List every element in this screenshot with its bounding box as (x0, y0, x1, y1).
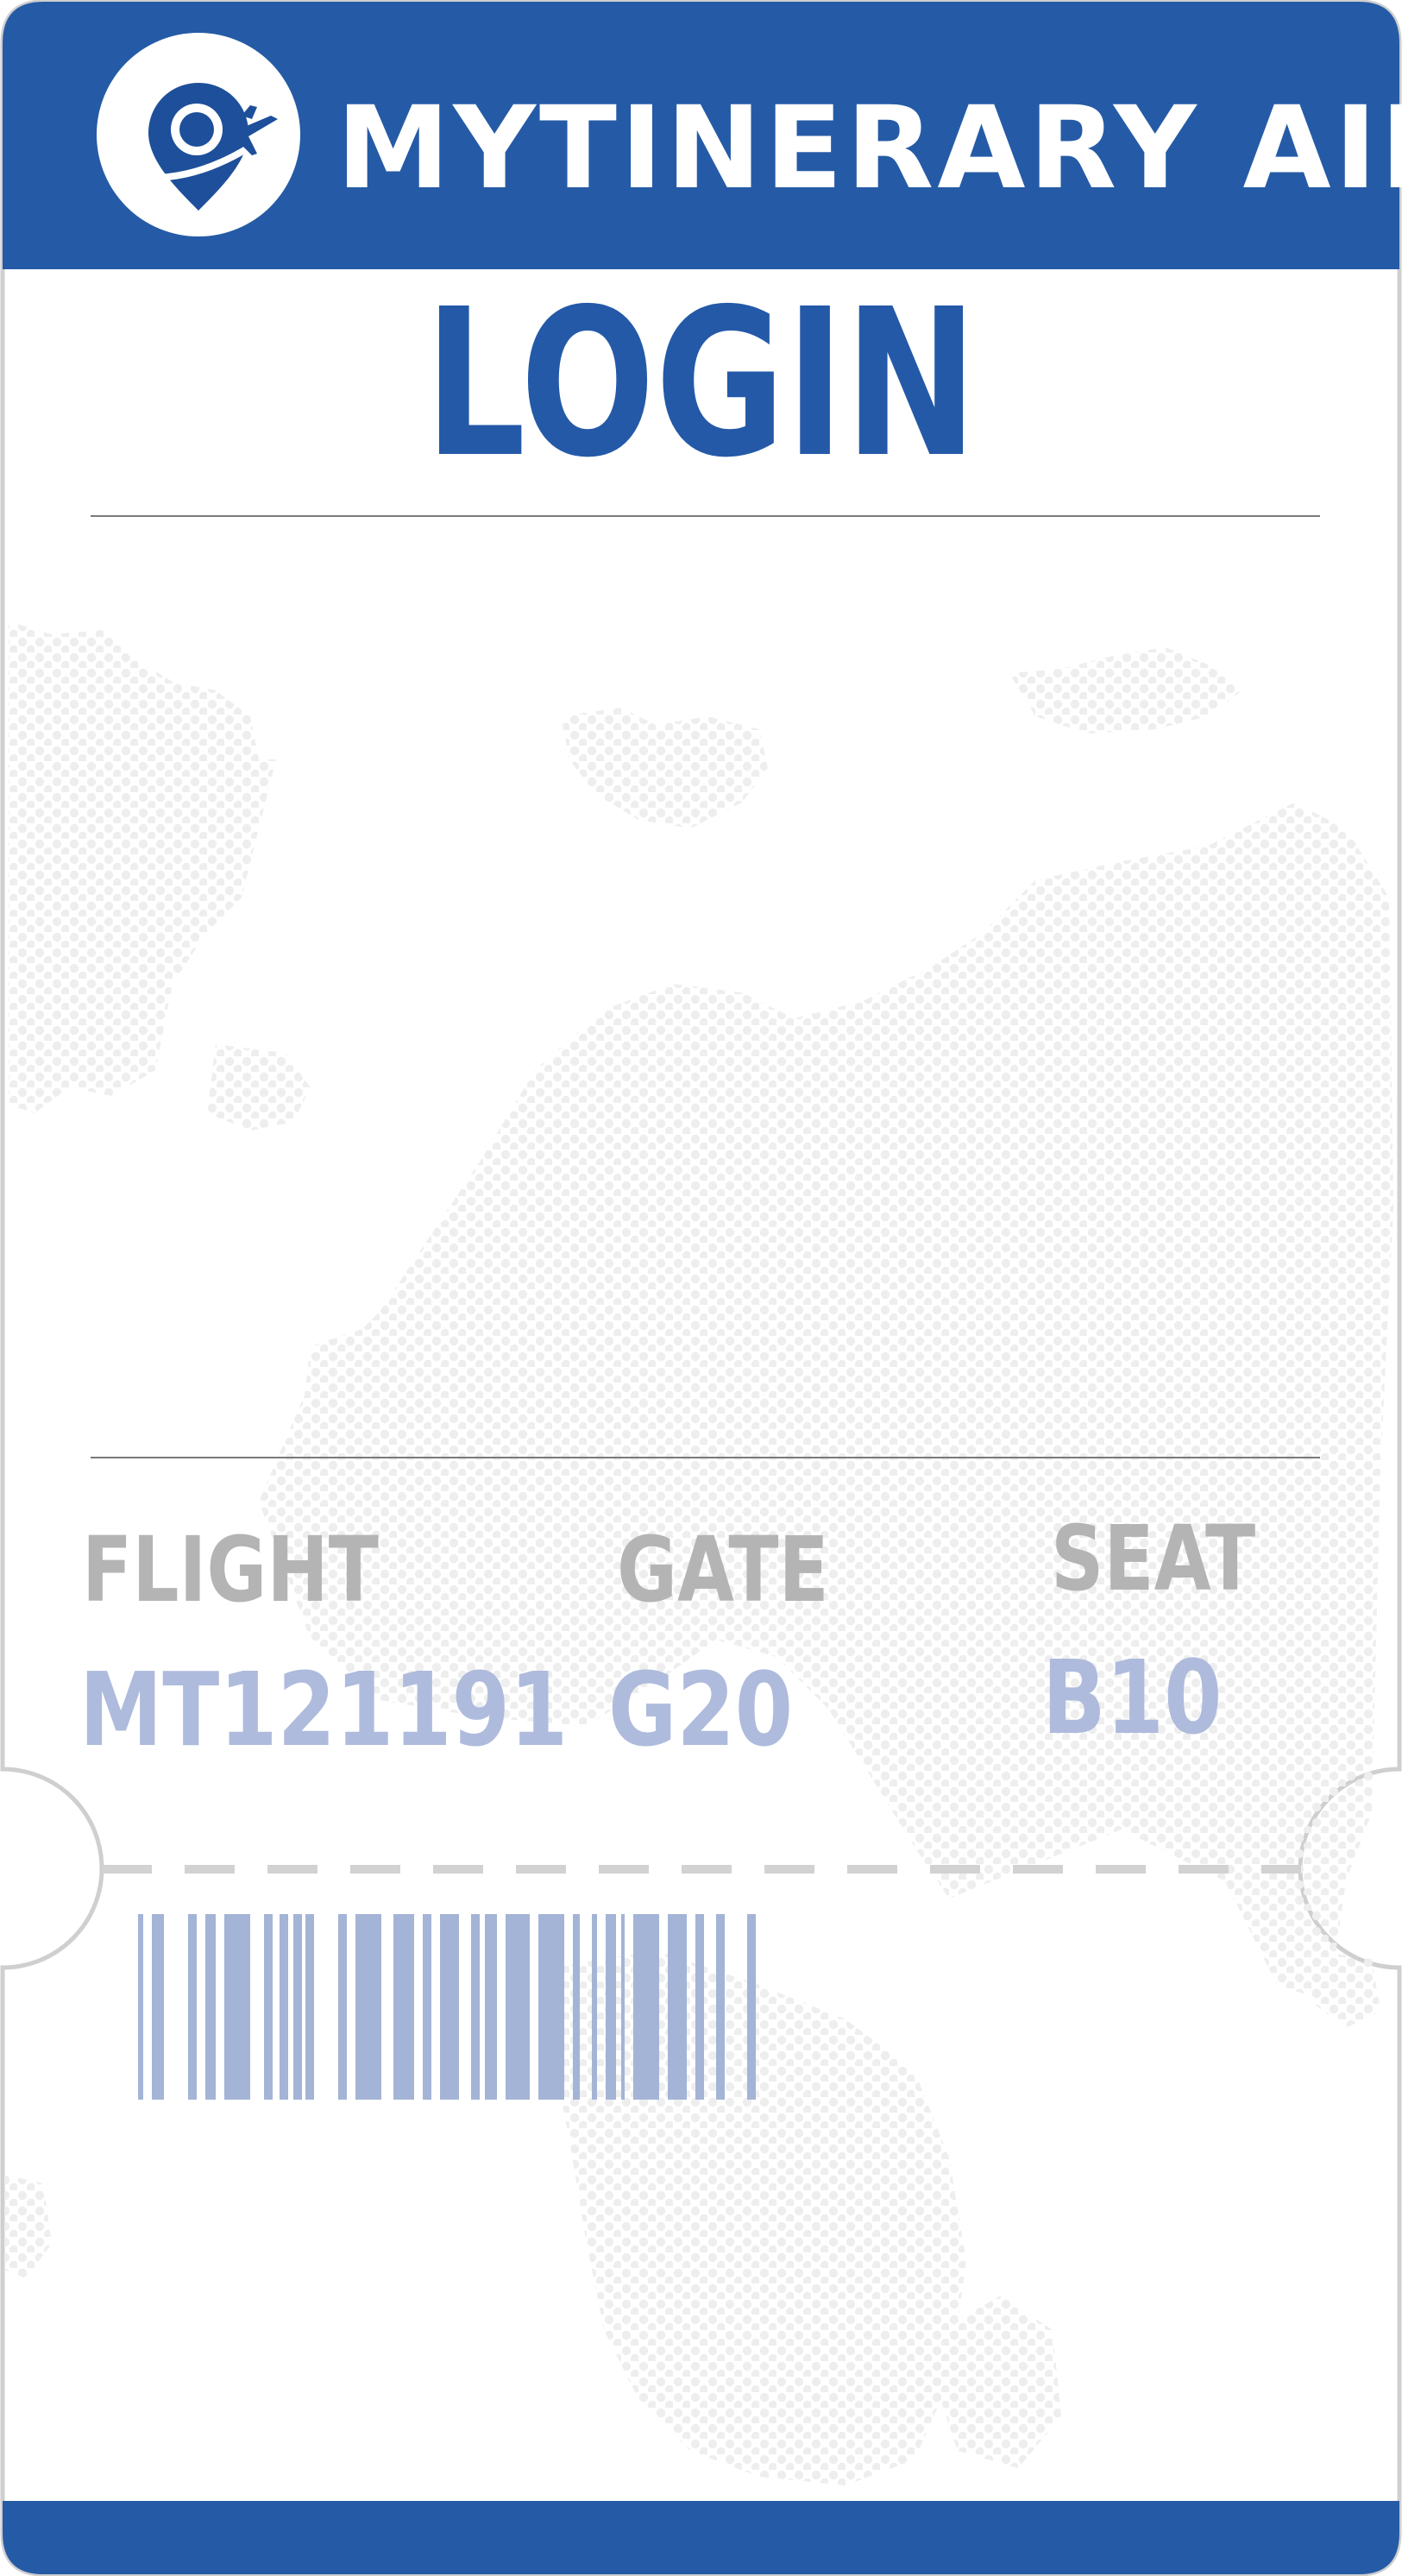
barcode-bar (633, 1914, 659, 2100)
gate-label: GATE (617, 1517, 829, 1622)
login-form-area (91, 526, 1320, 1441)
location-pin-plane-icon (148, 83, 278, 211)
barcode-bar (573, 1914, 580, 2100)
barcode-bar (606, 1914, 616, 2100)
barcode-bar (506, 1914, 530, 2100)
boarding-pass-card: MYTINERARY AIR LOGIN FLIGHT MT121191 GAT… (0, 0, 1402, 2576)
divider-top (91, 515, 1320, 517)
barcode-bar (471, 1914, 480, 2100)
flight-label: FLIGHT (82, 1517, 379, 1622)
barcode-bar (280, 1914, 288, 2100)
barcode-bar (224, 1914, 250, 2100)
page-title: LOGIN (424, 265, 978, 502)
barcode-bar (355, 1914, 381, 2100)
barcode-bar (747, 1914, 756, 2100)
barcode-bar (668, 1914, 687, 2100)
brand-logo (97, 33, 300, 236)
barcode-bar (205, 1914, 216, 2100)
barcode-bar (138, 1914, 143, 2100)
gate-value: G20 (608, 1650, 794, 1769)
barcode-bar (305, 1914, 314, 2100)
barcode-bar (338, 1914, 347, 2100)
seat-value: B10 (1042, 1638, 1223, 1757)
brand-name: MYTINERARY AIR (336, 82, 1402, 215)
barcode (138, 1914, 756, 2100)
barcode-bar (423, 1914, 431, 2100)
flight-value: MT121191 (79, 1650, 569, 1769)
barcode-bar (592, 1914, 597, 2100)
divider-bottom (91, 1457, 1320, 1458)
barcode-bar (293, 1914, 302, 2100)
barcode-bar (188, 1914, 197, 2100)
barcode-bar (621, 1914, 625, 2100)
seat-label: SEAT (1051, 1506, 1256, 1611)
barcode-bar (440, 1914, 459, 2100)
barcode-bar (152, 1914, 164, 2100)
barcode-bar (393, 1914, 414, 2100)
barcode-bar (695, 1914, 704, 2100)
barcode-bar (485, 1914, 497, 2100)
barcode-bar (716, 1914, 725, 2100)
barcode-bar (264, 1914, 273, 2100)
barcode-bar (538, 1914, 564, 2100)
